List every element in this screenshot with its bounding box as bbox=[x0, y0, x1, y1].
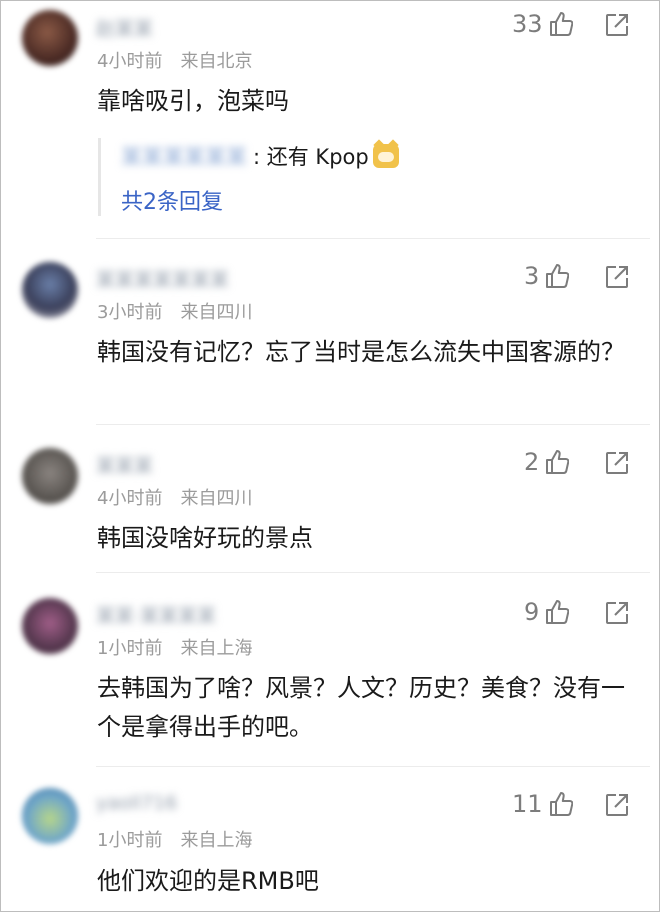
reply-line: 某某某某某某 : 还有 Kpop bbox=[121, 138, 601, 174]
username[interactable]: yaoll716 bbox=[96, 792, 177, 814]
thumbs-up-icon bbox=[549, 11, 573, 37]
comment-time: 1小时前 bbox=[97, 830, 163, 851]
thumbs-up-icon bbox=[545, 263, 570, 289]
divider bbox=[96, 238, 650, 239]
comment-text: 他们欢迎的是RMB吧 bbox=[97, 867, 319, 895]
comment-meta: 3小时前 来自四川 bbox=[97, 298, 270, 324]
comment-location: 来自上海 bbox=[180, 830, 253, 851]
thumbs-up-icon bbox=[545, 599, 570, 625]
like-count: 3 bbox=[524, 262, 540, 290]
like-button[interactable]: 2 bbox=[524, 448, 570, 476]
like-button[interactable]: 9 bbox=[524, 598, 570, 626]
like-count: 9 bbox=[524, 598, 540, 626]
comment-text: 去韩国为了啥？风景？人文？历史？美食？没有一个是拿得出手的吧。 bbox=[97, 674, 625, 741]
share-icon[interactable] bbox=[604, 450, 630, 476]
like-button[interactable]: 3 bbox=[524, 262, 570, 290]
reply-preview[interactable]: 某某某某某某 : 还有 Kpop 共2条回复 bbox=[98, 138, 601, 216]
share-icon[interactable] bbox=[604, 792, 630, 818]
comment-time: 4小时前 bbox=[97, 488, 163, 509]
comment-time: 4小时前 bbox=[97, 51, 163, 72]
comment-text: 靠啥吸引，泡菜吗 bbox=[97, 87, 289, 115]
avatar[interactable] bbox=[22, 788, 78, 844]
divider bbox=[96, 766, 650, 767]
like-button[interactable]: 11 bbox=[512, 790, 573, 818]
divider bbox=[96, 572, 650, 573]
thumbs-up-icon bbox=[545, 449, 570, 475]
comment-text: 韩国没啥好玩的景点 bbox=[97, 524, 313, 552]
reply-username[interactable]: 某某某某某某 bbox=[121, 141, 247, 171]
username[interactable]: 某某某某某某某 bbox=[96, 265, 229, 291]
comment-location: 来自北京 bbox=[180, 51, 253, 72]
username[interactable]: 某某某 bbox=[96, 451, 153, 477]
share-icon[interactable] bbox=[604, 600, 630, 626]
share-icon[interactable] bbox=[604, 264, 630, 290]
view-replies-link[interactable]: 共2条回复 bbox=[121, 184, 601, 216]
comment-meta: 1小时前 来自上海 bbox=[97, 826, 270, 852]
avatar[interactable] bbox=[22, 262, 78, 318]
avatar[interactable] bbox=[22, 448, 78, 504]
doge-emoji-icon bbox=[372, 144, 399, 168]
comment-time: 3小时前 bbox=[97, 302, 163, 323]
like-count: 2 bbox=[524, 448, 540, 476]
reply-text: : 还有 Kpop bbox=[253, 145, 369, 169]
thumbs-up-icon bbox=[549, 791, 573, 817]
avatar[interactable] bbox=[22, 10, 78, 66]
comment-location: 来自四川 bbox=[180, 302, 253, 323]
like-count: 33 bbox=[512, 10, 543, 38]
comment-text: 韩国没有记忆？忘了当时是怎么流失中国客源的？ bbox=[97, 338, 625, 366]
username[interactable]: 赵某某 bbox=[96, 14, 153, 40]
comment-location: 来自四川 bbox=[180, 488, 253, 509]
comment-meta: 4小时前 来自北京 bbox=[97, 47, 270, 73]
avatar[interactable] bbox=[22, 598, 78, 654]
comment-time: 1小时前 bbox=[97, 638, 163, 659]
divider bbox=[96, 424, 650, 425]
comment-location: 来自上海 bbox=[180, 638, 253, 659]
share-icon[interactable] bbox=[604, 12, 630, 38]
like-button[interactable]: 33 bbox=[512, 10, 573, 38]
comment-meta: 4小时前 来自四川 bbox=[97, 484, 270, 510]
username[interactable]: 某某·某某某某 bbox=[96, 601, 216, 627]
like-count: 11 bbox=[512, 790, 543, 818]
comment-meta: 1小时前 来自上海 bbox=[97, 634, 270, 660]
